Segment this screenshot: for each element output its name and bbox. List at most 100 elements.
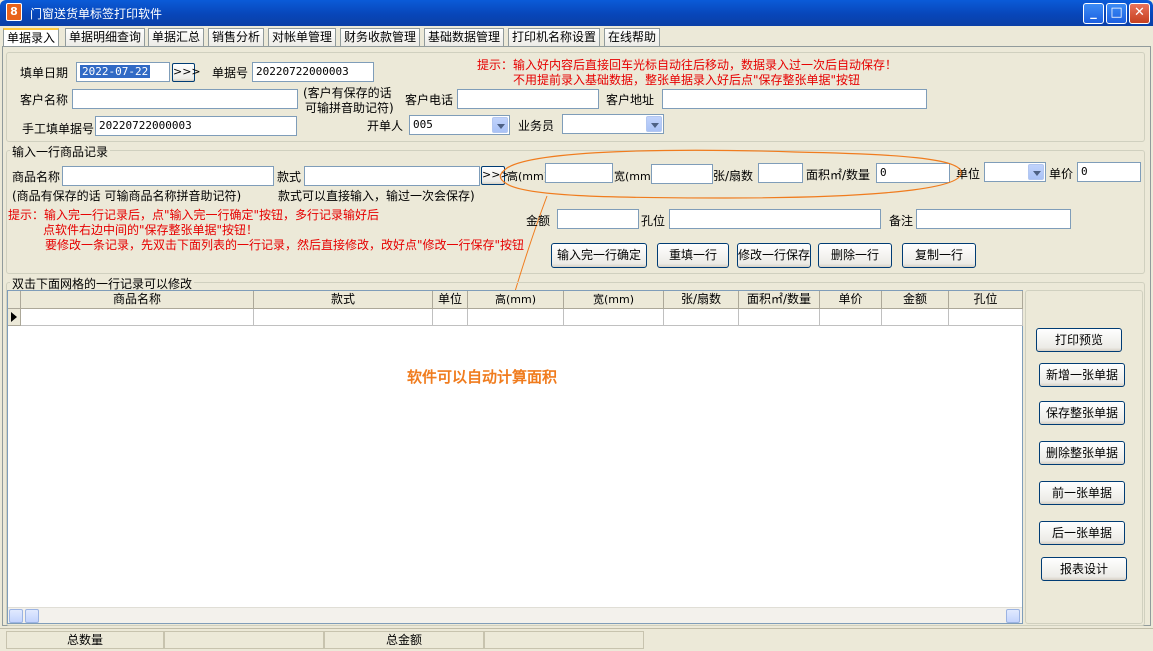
- customer-label: 客户名称: [20, 93, 69, 107]
- tab-detail-query[interactable]: 单据明细查询: [65, 28, 146, 46]
- salesman-select[interactable]: [562, 114, 664, 134]
- scroll-left-icon[interactable]: [9, 609, 23, 623]
- tab-statement[interactable]: 对帐单管理: [268, 28, 337, 46]
- table-cell[interactable]: [820, 309, 882, 326]
- phone-field[interactable]: [457, 89, 599, 109]
- delete-row-button[interactable]: 删除一行: [818, 243, 892, 268]
- col-width[interactable]: 宽(mm): [564, 291, 664, 309]
- address-field[interactable]: [662, 89, 927, 109]
- table-cell[interactable]: [564, 309, 664, 326]
- grid-corner: [8, 291, 21, 309]
- tab-base-data[interactable]: 基础数据管理: [424, 28, 505, 46]
- doc-no-label: 单据号: [212, 66, 249, 80]
- table-cell[interactable]: [882, 309, 949, 326]
- auto-area-annotation: 软件可以自动计算面积: [407, 368, 558, 386]
- amount-field[interactable]: [557, 209, 639, 229]
- col-unit[interactable]: 单位: [433, 291, 468, 309]
- note-label: 备注: [889, 214, 914, 228]
- scroll-thumb[interactable]: [25, 609, 39, 623]
- tab-finance[interactable]: 财务收款管理: [340, 28, 421, 46]
- status-bar: 总数量 总金额: [0, 628, 1153, 651]
- tab-printer-settings[interactable]: 打印机名称设置: [508, 28, 601, 46]
- next-document-button[interactable]: 后一张单据: [1039, 521, 1125, 545]
- tab-document-entry[interactable]: 单据录入: [3, 28, 60, 47]
- col-product[interactable]: 商品名称: [21, 291, 254, 309]
- item-entry-title: 输入一行商品记录: [10, 143, 111, 160]
- tab-help[interactable]: 在线帮助: [604, 28, 661, 46]
- date-field[interactable]: 2022-07-22: [76, 62, 170, 82]
- col-area[interactable]: 面积㎡/数量: [739, 291, 820, 309]
- style-label: 款式: [277, 170, 302, 184]
- address-label: 客户地址: [606, 93, 655, 107]
- confirm-row-button[interactable]: 输入完一行确定: [551, 243, 647, 268]
- tab-sales-analysis[interactable]: 销售分析: [208, 28, 265, 46]
- close-button[interactable]: ✕: [1129, 3, 1150, 24]
- table-cell[interactable]: [739, 309, 820, 326]
- manual-no-field[interactable]: 20220722000003: [95, 116, 297, 136]
- title-bar: [0, 0, 1153, 26]
- table-cell[interactable]: [664, 309, 739, 326]
- row-indicator-icon[interactable]: [8, 309, 21, 326]
- date-label: 填单日期: [20, 66, 69, 80]
- table-cell[interactable]: [433, 309, 468, 326]
- window-title: 门窗送货单标签打印软件: [30, 7, 163, 21]
- records-grid[interactable]: 商品名称 款式 单位 高(mm) 宽(mm) 张/扇数 面积㎡/数量 单价 金额…: [7, 290, 1023, 624]
- tab-summary[interactable]: 单据汇总: [148, 28, 205, 46]
- minimize-button[interactable]: _: [1083, 3, 1104, 24]
- col-sheets[interactable]: 张/扇数: [664, 291, 739, 309]
- issuer-label: 开单人: [367, 119, 404, 133]
- doc-no-field[interactable]: 20220722000003: [252, 62, 374, 82]
- product-hint: (商品有保存的话 可输商品名称拼音助记符): [12, 189, 242, 203]
- maximize-button[interactable]: □: [1106, 3, 1127, 24]
- issuer-value: 005: [413, 118, 433, 131]
- total-amount-value: [484, 631, 644, 649]
- app-icon: 8: [6, 3, 22, 21]
- horizontal-scrollbar[interactable]: [8, 607, 1022, 623]
- note-field[interactable]: [916, 209, 1071, 229]
- chevron-down-icon: [1028, 164, 1044, 180]
- manual-no-label: 手工填单据号: [22, 122, 95, 136]
- price-label: 单价: [1049, 167, 1074, 181]
- save-document-button[interactable]: 保存整张单据: [1039, 401, 1125, 425]
- product-field[interactable]: [62, 166, 274, 186]
- col-style[interactable]: 款式: [254, 291, 433, 309]
- refill-row-button[interactable]: 重填一行: [657, 243, 729, 268]
- col-height[interactable]: 高(mm): [468, 291, 564, 309]
- chevron-down-icon: [492, 117, 508, 133]
- customer-hint-2: 可输拼音助记符): [305, 101, 394, 115]
- table-cell[interactable]: [949, 309, 1023, 326]
- table-cell[interactable]: [21, 309, 254, 326]
- unit-select[interactable]: [984, 162, 1046, 182]
- salesman-label: 业务员: [518, 119, 555, 133]
- date-picker-button[interactable]: >>>: [172, 63, 201, 82]
- table-cell[interactable]: [254, 309, 433, 326]
- product-label: 商品名称: [12, 170, 61, 184]
- issuer-select[interactable]: 005: [409, 115, 510, 135]
- previous-document-button[interactable]: 前一张单据: [1039, 481, 1125, 505]
- amount-label: 金额: [526, 214, 551, 228]
- phone-label: 客户电话: [405, 93, 454, 107]
- new-document-button[interactable]: 新增一张单据: [1039, 363, 1125, 387]
- col-price[interactable]: 单价: [820, 291, 882, 309]
- copy-row-button[interactable]: 复制一行: [902, 243, 976, 268]
- modify-row-button[interactable]: 修改一行保存: [737, 243, 811, 268]
- style-hint: 款式可以直接输入，输过一次会保存): [278, 189, 475, 203]
- col-hole[interactable]: 孔位: [949, 291, 1023, 309]
- table-cell[interactable]: [468, 309, 564, 326]
- col-amount[interactable]: 金额: [882, 291, 949, 309]
- style-field[interactable]: [304, 166, 480, 186]
- date-value: 2022-07-22: [80, 65, 151, 78]
- header-tip-line2: 不用提前录入基础数据，整张单据录入好后点"保存整张单据"按钮: [513, 73, 861, 87]
- hole-label: 孔位: [641, 214, 666, 228]
- total-qty-value: [164, 631, 324, 649]
- report-design-button[interactable]: 报表设计: [1041, 557, 1127, 581]
- scroll-right-icon[interactable]: [1006, 609, 1020, 623]
- item-tip-line3: 要修改一条记录，先双击下面列表的一行记录，然后直接修改，改好点"修改一行保存"按…: [45, 238, 525, 252]
- chevron-down-icon: [646, 116, 662, 132]
- price-field[interactable]: 0: [1077, 162, 1141, 182]
- delete-document-button[interactable]: 删除整张单据: [1039, 441, 1125, 465]
- customer-field[interactable]: [72, 89, 298, 109]
- print-preview-button[interactable]: 打印预览: [1036, 328, 1122, 352]
- hole-field[interactable]: [669, 209, 881, 229]
- total-amount-label: 总金额: [324, 631, 484, 649]
